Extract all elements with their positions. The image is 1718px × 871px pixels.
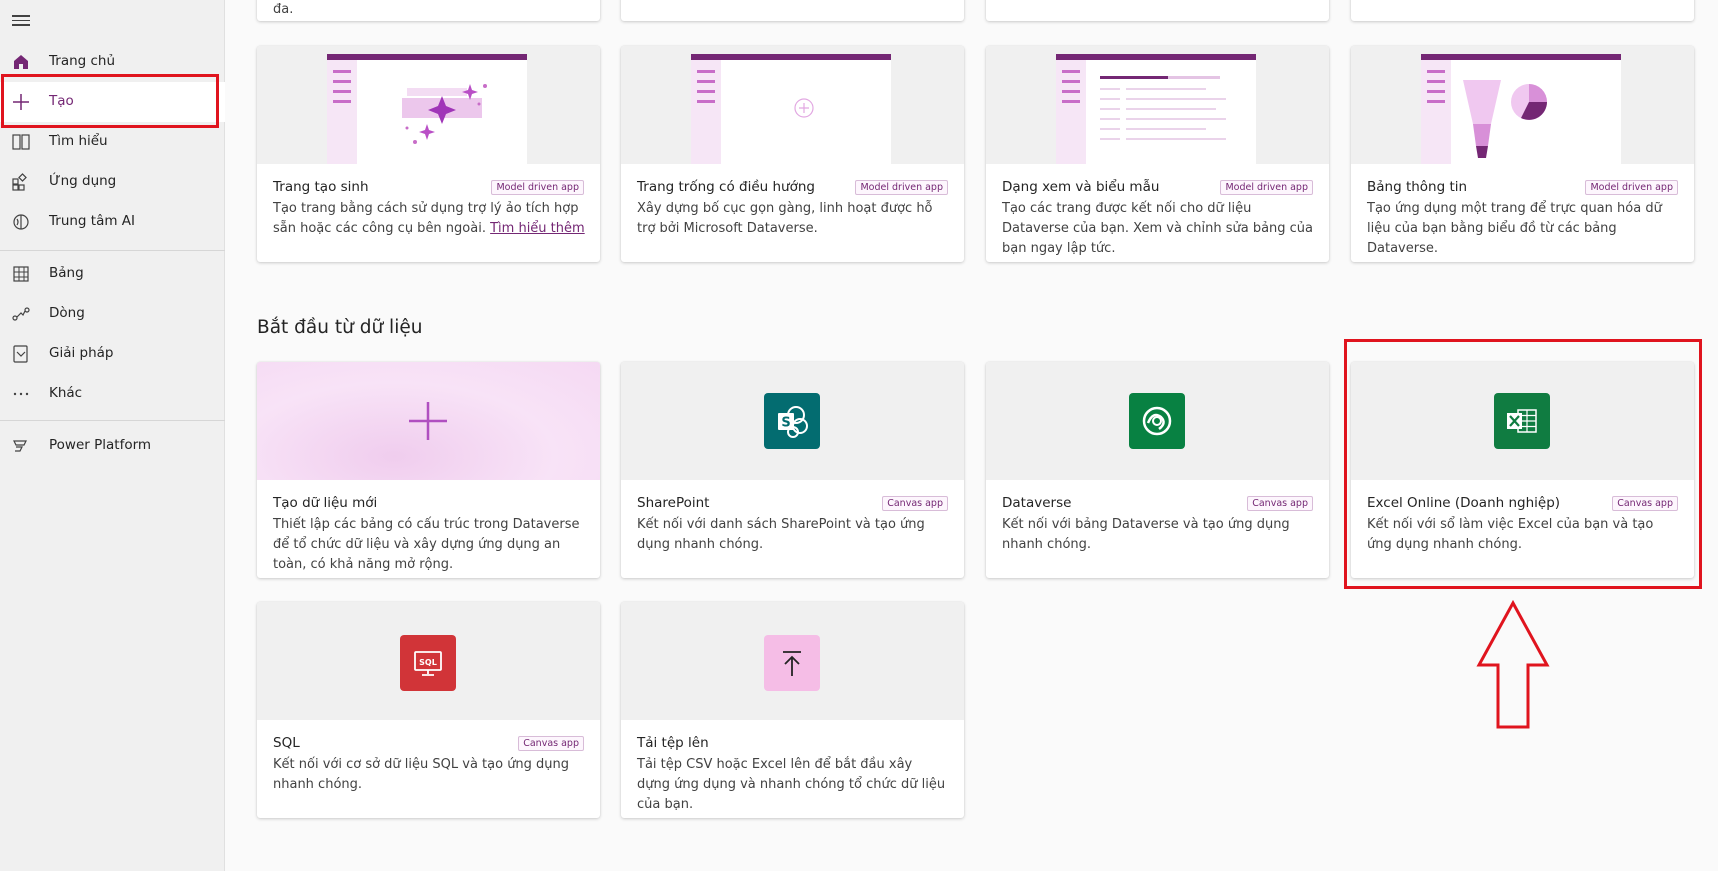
card-dataverse[interactable]: Dataverse Canvas app Kết nối với bảng Da… (986, 362, 1329, 578)
card-badge: Model driven app (1585, 180, 1678, 195)
svg-text:SQL: SQL (419, 658, 437, 667)
flow-icon (12, 305, 30, 323)
nav-item-label: Power Platform (49, 437, 152, 453)
section-title: Bắt đầu từ dữ liệu (257, 317, 423, 338)
plus-icon (12, 93, 30, 111)
card-views-forms[interactable]: Dạng xem và biểu mẫu Model driven app Tạ… (986, 46, 1329, 262)
card-thumbnail (1351, 362, 1694, 480)
card-description: Kết nối với sổ làm việc Excel của bạn và… (1367, 517, 1654, 552)
plus-icon (409, 402, 447, 440)
card-generative-page[interactable]: Trang tạo sinh Model driven app Tạo tran… (257, 46, 600, 262)
hamburger-menu-icon[interactable] (12, 12, 30, 30)
card-badge: Canvas app (882, 496, 948, 511)
card-description: Tạo trang bằng cách sử dụng trợ lý ảo tí… (273, 201, 585, 236)
card-thumbnail (621, 46, 964, 164)
card-badge: Model driven app (491, 180, 584, 195)
card-title: Bảng thông tin (1367, 179, 1468, 195)
card-dashboard[interactable]: Bảng thông tin Model driven app Tạo ứng … (1351, 46, 1694, 262)
nav-item-home[interactable]: Trang chủ (0, 42, 225, 82)
card-description: đa. (273, 2, 294, 17)
home-icon (12, 53, 30, 71)
sharepoint-icon: S (764, 393, 820, 449)
brain-icon (12, 213, 30, 231)
nav-item-label: Tạo (49, 93, 74, 109)
nav-item-label: Giải pháp (49, 345, 114, 361)
partial-card[interactable] (986, 0, 1329, 21)
nav-item-label: Trung tâm AI (49, 213, 136, 229)
nav-item-create[interactable]: Tạo (0, 82, 225, 122)
table-icon (12, 265, 30, 283)
nav-item-flows[interactable]: Dòng (0, 294, 225, 334)
card-description: Tải tệp CSV hoặc Excel lên để bắt đầu xâ… (637, 757, 946, 812)
power-platform-icon (12, 437, 30, 455)
card-thumbnail (986, 362, 1329, 480)
card-title: Excel Online (Doanh nghiệp) (1367, 495, 1561, 511)
card-badge: Model driven app (855, 180, 948, 195)
sql-icon: SQL (400, 635, 456, 691)
card-sharepoint[interactable]: S SharePoint Canvas app Kết nối với danh… (621, 362, 964, 578)
card-title: Dataverse (1002, 495, 1072, 511)
left-navigation: Trang chủ Tạo Tìm hiểu Ứng dụng Trung tâ… (0, 0, 225, 871)
card-badge: Canvas app (1612, 496, 1678, 511)
nav-item-label: Khác (49, 385, 83, 401)
svg-text:S: S (781, 416, 790, 431)
card-thumbnail (986, 46, 1329, 164)
card-upload-file[interactable]: Tải tệp lên Tải tệp CSV hoặc Excel lên đ… (621, 602, 964, 818)
nav-item-label: Bảng (49, 265, 84, 281)
card-thumbnail (1351, 46, 1694, 164)
card-badge: Canvas app (518, 736, 584, 751)
solution-icon (12, 345, 30, 363)
excel-icon (1494, 393, 1550, 449)
nav-item-label: Tìm hiểu (49, 133, 108, 149)
card-badge: Canvas app (1247, 496, 1313, 511)
card-title: Tải tệp lên (637, 735, 709, 751)
card-title: Trang trống có điều hướng (637, 179, 815, 195)
learn-more-link[interactable]: Tìm hiểu thêm (490, 221, 585, 236)
card-badge: Model driven app (1220, 180, 1313, 195)
book-icon (12, 133, 30, 151)
card-thumbnail: S (621, 362, 964, 480)
nav-item-tables[interactable]: Bảng (0, 254, 225, 294)
nav-item-apps[interactable]: Ứng dụng (0, 162, 225, 202)
card-thumbnail: SQL (257, 602, 600, 720)
card-title: SharePoint (637, 495, 710, 511)
card-title: Tạo dữ liệu mới (273, 495, 378, 511)
card-excel-online[interactable]: Excel Online (Doanh nghiệp) Canvas app K… (1351, 362, 1694, 578)
partial-card[interactable] (621, 0, 964, 21)
card-thumbnail (257, 362, 600, 480)
nav-item-ai-hub[interactable]: Trung tâm AI (0, 202, 225, 242)
card-description: Kết nối với bảng Dataverse và tạo ứng dụ… (1002, 517, 1290, 552)
nav-divider (0, 420, 225, 421)
card-description: Thiết lập các bảng có cấu trúc trong Dat… (273, 517, 580, 572)
card-create-new-data[interactable]: Tạo dữ liệu mới Thiết lập các bảng có cấ… (257, 362, 600, 578)
card-title: SQL (273, 735, 300, 751)
card-description: Xây dựng bố cục gọn gàng, linh hoạt được… (637, 201, 933, 236)
dataverse-icon (1129, 393, 1185, 449)
upload-icon (764, 635, 820, 691)
arrow-up-annotation (1476, 600, 1550, 729)
nav-item-label: Ứng dụng (49, 173, 117, 189)
card-description: Tạo ứng dụng một trang để trực quan hóa … (1367, 201, 1662, 256)
nav-item-more[interactable]: Khác (0, 374, 225, 414)
apps-icon (12, 173, 30, 191)
card-sql[interactable]: SQL SQL Canvas app Kết nối với cơ sở dữ … (257, 602, 600, 818)
card-description: Tạo các trang được kết nối cho dữ liệu D… (1002, 201, 1314, 256)
card-thumbnail (257, 46, 600, 164)
card-description: Kết nối với danh sách SharePoint và tạo … (637, 517, 925, 552)
card-title: Dạng xem và biểu mẫu (1002, 179, 1160, 195)
partial-card[interactable]: đa. (257, 0, 600, 21)
card-description: Kết nối với cơ sở dữ liệu SQL và tạo ứng… (273, 757, 570, 792)
nav-item-solutions[interactable]: Giải pháp (0, 334, 225, 374)
card-blank-page-nav[interactable]: Trang trống có điều hướng Model driven a… (621, 46, 964, 262)
nav-divider (0, 250, 225, 251)
more-icon (12, 385, 30, 403)
nav-item-label: Trang chủ (49, 53, 116, 69)
nav-item-label: Dòng (49, 305, 85, 321)
card-title: Trang tạo sinh (273, 179, 369, 195)
nav-item-power-platform[interactable]: Power Platform (0, 426, 225, 466)
card-thumbnail (621, 602, 964, 720)
nav-item-learn[interactable]: Tìm hiểu (0, 122, 225, 162)
partial-card[interactable] (1351, 0, 1694, 21)
